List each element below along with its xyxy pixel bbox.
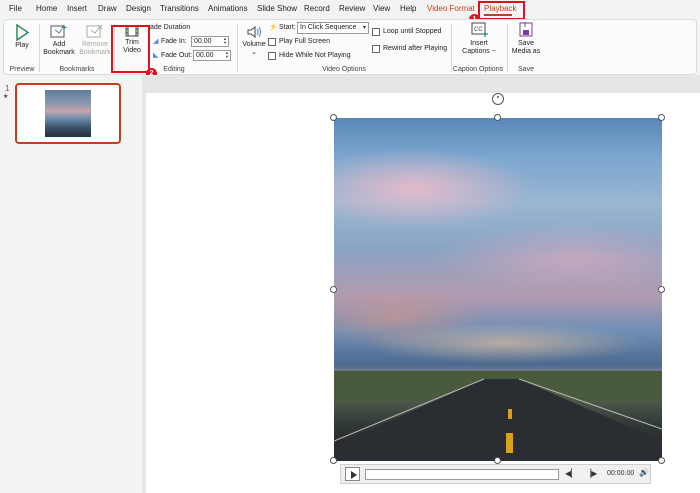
step-forward-icon[interactable]: ▕▶ bbox=[585, 469, 597, 478]
playback-highlight-box bbox=[478, 1, 525, 20]
menu-file[interactable]: File bbox=[9, 4, 22, 13]
volume-label: Volume bbox=[242, 41, 266, 48]
save-media-icon bbox=[519, 22, 533, 37]
insert-captions-label-1: Insert bbox=[470, 40, 488, 47]
chevron-down-icon: ▾ bbox=[362, 25, 366, 31]
group-caption-options: Caption Options bbox=[452, 66, 504, 73]
remove-bookmark-label-1: Remove bbox=[81, 41, 109, 48]
play-full-screen-label: Play Full Screen bbox=[279, 38, 330, 45]
menu-insert[interactable]: Insert bbox=[67, 4, 87, 13]
fade-in-input[interactable]: 00.00 ▲ ▼ bbox=[191, 36, 229, 47]
spinner-arrows-icon[interactable]: ▲ ▼ bbox=[225, 51, 229, 59]
menu-view[interactable]: View bbox=[373, 4, 390, 13]
menu-video-format[interactable]: Video Format bbox=[427, 4, 475, 13]
save-media-label-1: Save bbox=[518, 40, 534, 47]
play-button[interactable]: Play bbox=[8, 24, 36, 50]
group-editing: Editing bbox=[163, 66, 185, 73]
group-bookmarks: Bookmarks bbox=[59, 66, 95, 73]
loop-until-stopped-label: Loop until Stopped bbox=[383, 28, 442, 35]
start-label: Start: bbox=[279, 24, 296, 31]
menu-design[interactable]: Design bbox=[126, 4, 151, 13]
resize-handle[interactable] bbox=[658, 114, 665, 121]
fade-in-icon: ◢ bbox=[153, 38, 159, 45]
hide-while-not-playing-checkbox[interactable] bbox=[268, 52, 276, 60]
start-value: In Click Sequence bbox=[300, 24, 357, 31]
slide-number: 1 bbox=[5, 84, 10, 93]
fade-duration-label: ade Duration bbox=[150, 24, 191, 31]
menu-help[interactable]: Help bbox=[400, 4, 416, 13]
resize-handle[interactable] bbox=[658, 457, 665, 464]
play-label: Play bbox=[15, 42, 29, 49]
group-preview: Preview bbox=[9, 66, 35, 73]
fade-out-icon: ◣ bbox=[153, 52, 159, 59]
resize-handle[interactable] bbox=[658, 286, 665, 293]
separator bbox=[237, 24, 238, 72]
resize-handle[interactable] bbox=[494, 114, 501, 121]
play-full-screen-checkbox[interactable] bbox=[268, 38, 276, 46]
add-bookmark-label-2: Bookmark bbox=[43, 49, 75, 56]
add-bookmark-icon bbox=[50, 25, 67, 38]
start-icon: ⚡ bbox=[269, 24, 278, 31]
separator bbox=[451, 24, 452, 72]
trim-video-highlight-box bbox=[111, 25, 150, 73]
resize-handle[interactable] bbox=[330, 286, 337, 293]
menu-slideshow[interactable]: Slide Show bbox=[257, 4, 297, 13]
remove-bookmark-button[interactable]: Remove Bookmark bbox=[78, 24, 112, 57]
resize-handle[interactable] bbox=[330, 114, 337, 121]
start-select[interactable]: In Click Sequence ▾ bbox=[297, 22, 369, 34]
separator bbox=[507, 24, 508, 72]
hide-while-not-playing-label: Hide While Not Playing bbox=[279, 52, 351, 59]
remove-bookmark-label-2: Bookmark bbox=[79, 49, 111, 56]
volume-icon[interactable]: 🔊 bbox=[639, 468, 649, 477]
video-play-button[interactable] bbox=[345, 467, 360, 481]
thumbnail-image bbox=[45, 90, 91, 137]
captions-icon: CC bbox=[471, 22, 488, 37]
add-bookmark-label-1: Add bbox=[52, 41, 66, 48]
save-media-label-2: Media as bbox=[511, 48, 541, 55]
group-video-options: Video Options bbox=[322, 66, 366, 73]
fade-out-value: 00.00 bbox=[196, 52, 214, 59]
menu-review[interactable]: Review bbox=[339, 4, 365, 13]
slide-thumbnail[interactable] bbox=[15, 83, 121, 144]
svg-text:CC: CC bbox=[474, 27, 483, 33]
video-controls: ◀▏ ▕▶ 00:00.00 🔊 bbox=[340, 464, 651, 484]
resize-handle[interactable] bbox=[330, 457, 337, 464]
save-media-as-button[interactable]: Save Media as bbox=[509, 21, 543, 56]
menu-record[interactable]: Record bbox=[304, 4, 330, 13]
fade-in-label: Fade In: bbox=[161, 38, 187, 45]
insert-captions-button[interactable]: CC Insert Captions ~ bbox=[457, 21, 501, 56]
add-bookmark-button[interactable]: Add Bookmark bbox=[42, 24, 76, 57]
resize-handle[interactable] bbox=[494, 457, 501, 464]
menu-transitions[interactable]: Transitions bbox=[160, 4, 199, 13]
loop-until-stopped-checkbox[interactable] bbox=[372, 28, 380, 36]
volume-button[interactable]: Volume ⌄ bbox=[240, 24, 268, 57]
remove-bookmark-icon bbox=[86, 24, 103, 38]
fade-in-value: 00.00 bbox=[194, 38, 212, 45]
spinner-arrows-icon[interactable]: ▲ ▼ bbox=[223, 37, 227, 45]
animation-star-icon: ★ bbox=[3, 94, 9, 100]
rewind-after-playing-label: Rewind after Playing bbox=[383, 45, 448, 52]
menu-animations[interactable]: Animations bbox=[208, 4, 248, 13]
menu-bar: File Home Insert Draw Design Transitions… bbox=[0, 0, 700, 19]
video-frame[interactable] bbox=[334, 118, 662, 461]
menu-home[interactable]: Home bbox=[36, 4, 57, 13]
step-back-icon[interactable]: ◀▏ bbox=[565, 469, 577, 478]
video-scrub-bar[interactable] bbox=[365, 469, 559, 480]
fade-out-label: Fade Out: bbox=[161, 52, 193, 59]
slide-thumbnails-pane: 1 ★ bbox=[0, 75, 142, 493]
separator bbox=[39, 24, 40, 72]
rewind-after-playing-checkbox[interactable] bbox=[372, 45, 380, 53]
rotate-handle-icon[interactable] bbox=[492, 93, 504, 105]
menu-draw[interactable]: Draw bbox=[98, 4, 117, 13]
volume-icon bbox=[247, 26, 261, 38]
play-icon bbox=[16, 24, 30, 41]
ribbon: Play Preview Add Bookmark Remove Bookmar… bbox=[3, 19, 697, 75]
road-image bbox=[334, 371, 662, 461]
volume-dropdown-icon: ⌄ bbox=[251, 49, 257, 56]
fade-out-input[interactable]: 00.00 ▲ ▼ bbox=[193, 50, 231, 61]
group-save: Save bbox=[518, 66, 534, 73]
insert-captions-label-2: Captions ~ bbox=[462, 48, 496, 55]
video-time: 00:00.00 bbox=[607, 470, 635, 477]
